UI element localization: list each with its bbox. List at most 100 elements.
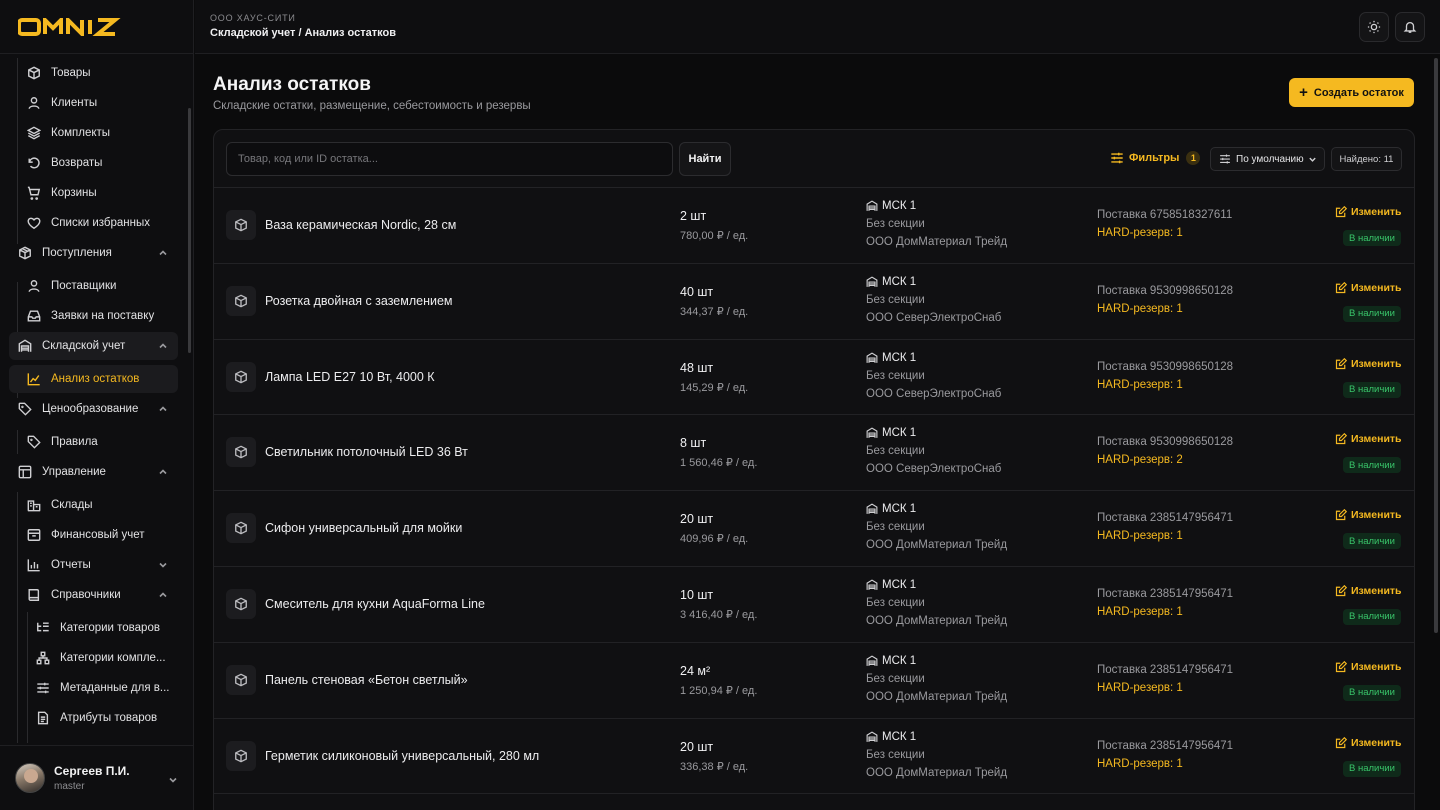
edit-icon [1335, 357, 1347, 369]
sidebar-item-favorites[interactable]: Списки избранных [18, 209, 178, 237]
stock-row[interactable]: Смеситель для кухни AquaForma Line 10 шт… [214, 567, 1414, 643]
stock-quantity: 8 шт [680, 436, 707, 451]
stock-quantity: 10 шт [680, 587, 714, 602]
product-name[interactable]: Ваза керамическая Nordic, 28 см [265, 218, 456, 232]
create-stock-button[interactable]: + Создать остаток [1289, 78, 1414, 107]
supplier-name: ООО СеверЭлектроСнаб [866, 311, 1002, 324]
warehouse-section: Без секции [866, 521, 925, 534]
sidebar-item-returns[interactable]: Возвраты [18, 149, 178, 177]
chevron-up-icon [158, 467, 168, 477]
stock-row[interactable]: Ваза керамическая Nordic, 28 см 2 шт 780… [214, 188, 1414, 264]
cart-icon [27, 186, 41, 200]
product-name[interactable]: Светильник потолочный LED 36 Вт [265, 445, 468, 459]
product-name[interactable]: Лампа LED E27 10 Вт, 4000 К [265, 370, 435, 384]
sidebar-item-stock-analysis[interactable]: Анализ остатков [9, 365, 178, 393]
sidebar-item-warehouses[interactable]: Склады [18, 491, 178, 519]
user-role: master [54, 781, 85, 792]
sidebar-item-product-attributes[interactable]: Атрибуты товаров [27, 704, 178, 732]
stock-quantity: 24 м² [680, 663, 711, 678]
stock-row[interactable]: Светильник потолочный LED 36 Вт 8 шт 1 5… [214, 415, 1414, 492]
edit-button[interactable]: Изменить [1335, 281, 1402, 294]
building-icon [27, 498, 41, 512]
stock-row[interactable]: Лампа LED E27 10 Вт, 4000 К 48 шт 145,29… [214, 340, 1414, 416]
sidebar-item-metadata[interactable]: Метаданные для в... [27, 674, 178, 702]
sidebar-item-bundle-categories[interactable]: Категории компле... [27, 644, 178, 672]
product-name[interactable]: Розетка двойная с заземлением [265, 294, 453, 308]
sidebar-group-receipts[interactable]: Поступления [9, 239, 178, 267]
edit-button[interactable]: Изменить [1335, 357, 1402, 370]
sidebar-group-management[interactable]: Управление [9, 458, 178, 486]
sidebar-item-bundles[interactable]: Комплекты [18, 119, 178, 147]
stock-row[interactable]: Розетка двойная с заземлением 40 шт 344,… [214, 264, 1414, 340]
warehouse-icon [866, 731, 878, 742]
inbox-icon [27, 309, 41, 323]
sidebar-nav[interactable]: Товары Клиенты Комплекты Возвраты Корзин… [0, 58, 194, 743]
product-name[interactable]: Смеситель для кухни AquaForma Line [265, 597, 485, 611]
edit-button[interactable]: Изменить [1335, 433, 1402, 445]
edit-label: Изменить [1351, 281, 1402, 294]
edit-button[interactable]: Изменить [1335, 206, 1402, 218]
delivery-id: Поставка 2385147956471 [1097, 587, 1234, 600]
edit-button[interactable]: Изменить [1335, 584, 1402, 597]
filters-button[interactable]: Фильтры 1 [1110, 151, 1201, 165]
unit-price: 344,37 ₽ / ед. [680, 305, 749, 318]
stock-row[interactable]: Панель стеновая «Бетон светлый» 24 м² 1 … [214, 643, 1414, 719]
warehouse-name: МСК 1 [882, 654, 917, 667]
sidebar-item-suppliers[interactable]: Поставщики [18, 272, 178, 300]
sidebar-group-pricing[interactable]: Ценообразование [9, 395, 178, 423]
theme-toggle-button[interactable] [1359, 12, 1389, 42]
notifications-button[interactable] [1395, 12, 1425, 42]
sidebar-item-product-categories[interactable]: Категории товаров [27, 614, 178, 642]
stock-row[interactable]: Герметик силиконовый универсальный, 280 … [214, 719, 1414, 795]
omniz-logo[interactable] [18, 17, 133, 37]
sidebar-scrollbar[interactable] [188, 108, 191, 353]
edit-label: Изменить [1351, 357, 1402, 370]
product-name[interactable]: Герметик силиконовый универсальный, 280 … [265, 749, 539, 763]
stock-row[interactable]: Сифон универсальный для мойки 20 шт 409,… [214, 491, 1414, 567]
reserve-info: HARD-резерв: 1 [1097, 227, 1183, 239]
warehouse-name: МСК 1 [882, 351, 917, 364]
edit-button[interactable]: Изменить [1335, 660, 1402, 673]
page-subtitle: Складские остатки, размещение, себестоим… [213, 100, 531, 112]
user-profile[interactable]: Сергеев П.И. master [0, 745, 194, 810]
supplier-name: ООО ДомМатериал Трейд [866, 614, 1008, 627]
list-tree-icon [36, 621, 50, 635]
product-thumb [226, 361, 256, 392]
warehouse-cell: МСК 1 [866, 427, 916, 439]
sidebar-item-label: Анализ остатков [51, 373, 140, 385]
sidebar-item-finance[interactable]: Финансовый учет [18, 521, 178, 549]
chevron-up-icon [158, 590, 168, 600]
user-icon [27, 279, 41, 293]
main-scrollbar[interactable] [1434, 58, 1438, 633]
supplier-name: ООО ДомМатериал Трейд [866, 539, 1008, 552]
sidebar-group-warehouse[interactable]: Складской учет [9, 332, 178, 360]
edit-button[interactable]: Изменить [1335, 509, 1402, 521]
book-icon [27, 588, 41, 602]
sidebar-item-carts[interactable]: Корзины [18, 179, 178, 207]
create-stock-label: Создать остаток [1313, 86, 1404, 99]
product-name[interactable]: Панель стеновая «Бетон светлый» [265, 673, 468, 687]
filters-count-badge: 1 [1186, 151, 1201, 165]
unit-price: 3 416,40 ₽ / ед. [680, 608, 758, 621]
warehouse-section: Без секции [866, 445, 925, 458]
edit-icon [1335, 509, 1347, 521]
supplier-name: ООО СеверЭлектроСнаб [866, 387, 1002, 400]
find-button[interactable]: Найти [679, 142, 731, 176]
sidebar-item-supply-requests[interactable]: Заявки на поставку [18, 302, 178, 330]
search-input[interactable] [226, 142, 673, 176]
sidebar-item-reports[interactable]: Отчеты [18, 551, 178, 579]
product-thumb [226, 588, 256, 619]
sidebar-item-products[interactable]: Товары [18, 59, 178, 87]
sidebar-item-references[interactable]: Справочники [18, 581, 178, 609]
unit-price: 1 250,94 ₽ / ед. [680, 684, 758, 697]
box-icon [235, 294, 247, 308]
tag-icon [27, 435, 41, 449]
archive-icon [27, 528, 41, 542]
sort-select[interactable]: По умолчанию [1210, 147, 1325, 171]
edit-button[interactable]: Изменить [1335, 736, 1402, 749]
unit-price: 409,96 ₽ / ед. [680, 533, 749, 546]
sidebar-item-clients[interactable]: Клиенты [18, 89, 178, 117]
product-name[interactable]: Сифон универсальный для мойки [265, 521, 462, 535]
sidebar-item-rules[interactable]: Правила [18, 428, 178, 456]
product-thumb [226, 285, 256, 316]
